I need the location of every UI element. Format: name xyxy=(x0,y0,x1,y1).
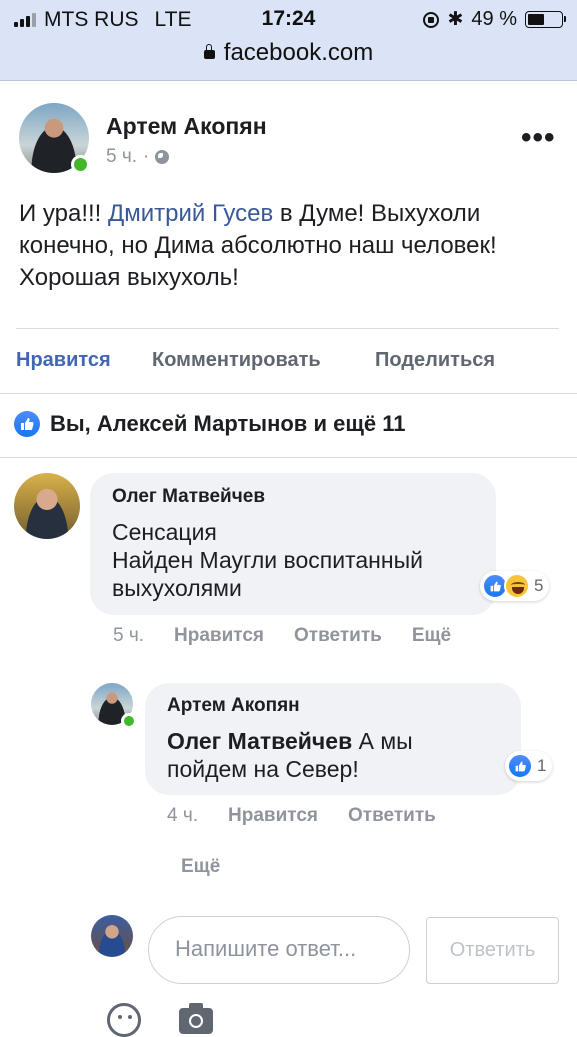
like-reaction-icon xyxy=(14,411,40,437)
reply-input-wrapper[interactable] xyxy=(148,916,410,984)
reply-text: Олег Матвейчев А мы пойдем на Север! xyxy=(167,728,413,782)
battery-percent: 49 % xyxy=(471,8,517,30)
mention-link[interactable]: Дмитрий Гусев xyxy=(108,200,273,227)
likes-summary-text: Вы, Алексей Мартынов и ещё 11 xyxy=(50,411,406,436)
comment-bubble: Олег Матвейчев Сенсация Найден Маугли во… xyxy=(90,473,496,615)
lock-icon xyxy=(203,44,215,59)
online-indicator xyxy=(71,155,90,174)
reaction-count: 5 xyxy=(534,576,544,595)
reply-bubble: Артем Акопян Олег Матвейчев А мы пойдем … xyxy=(145,683,521,795)
post-text: И ура!!! Дмитрий Гусев в Думе! Выхухоли … xyxy=(19,200,497,291)
reaction-count: 1 xyxy=(537,756,547,775)
post-meta: 5 ч. · xyxy=(106,146,170,168)
comment-reactions[interactable]: 5 xyxy=(480,571,550,601)
commenter-avatar[interactable] xyxy=(14,473,80,539)
reply-like-link[interactable]: Нравится xyxy=(228,805,318,827)
orientation-lock-icon xyxy=(423,11,440,28)
reply-author[interactable]: Артем Акопян xyxy=(167,695,300,717)
like-button[interactable]: Нравится xyxy=(16,349,111,372)
address-bar[interactable]: facebook.com xyxy=(0,39,577,67)
comment-button[interactable]: Комментировать xyxy=(152,349,321,372)
like-reaction-icon xyxy=(507,753,533,779)
reply-input[interactable] xyxy=(173,935,407,963)
camera-icon[interactable] xyxy=(179,1003,213,1034)
reply-reactions[interactable]: 1 xyxy=(505,751,553,781)
comment-more-link[interactable]: Ещё xyxy=(412,625,451,647)
post-options-icon[interactable]: ••• xyxy=(521,121,556,155)
comment-text: Сенсация Найден Маугли воспитанный выхух… xyxy=(112,519,423,601)
emoji-icon[interactable] xyxy=(107,1003,141,1037)
reply-submit-button[interactable]: Ответить xyxy=(426,917,559,984)
reply-meta: 4 ч. Нравится Ответить xyxy=(167,805,436,827)
haha-reaction-icon xyxy=(504,573,530,599)
share-button[interactable]: Поделиться xyxy=(375,349,495,372)
reply-reply-link[interactable]: Ответить xyxy=(348,805,436,827)
divider xyxy=(0,457,577,458)
reply-time: 4 ч. xyxy=(167,805,199,826)
battery-icon xyxy=(525,11,566,28)
reply-more-link[interactable]: Ещё xyxy=(181,856,220,878)
post-time[interactable]: 5 ч. xyxy=(106,146,137,168)
likes-summary[interactable]: Вы, Алексей Мартынов и ещё 11 xyxy=(14,411,405,437)
comment-reply-link[interactable]: Ответить xyxy=(294,625,382,647)
comment-like-link[interactable]: Нравится xyxy=(174,625,264,647)
url-text: facebook.com xyxy=(223,39,374,66)
comment-author[interactable]: Олег Матвейчев xyxy=(112,486,265,508)
online-indicator xyxy=(121,713,137,729)
globe-icon xyxy=(155,150,170,164)
post-author-name[interactable]: Артем Акопян xyxy=(106,113,267,140)
comment-meta: 5 ч. Нравится Ответить Ещё xyxy=(113,625,451,647)
status-right: ✱ 49 % xyxy=(423,8,566,31)
divider xyxy=(0,393,577,394)
comment-time: 5 ч. xyxy=(113,625,145,646)
meta-separator: · xyxy=(143,146,150,167)
my-avatar xyxy=(91,915,133,957)
reply-mention[interactable]: Олег Матвейчев xyxy=(167,728,352,754)
browser-top-bar: MTS RUS LTE 17:24 ✱ 49 % facebook.com xyxy=(0,0,577,81)
divider xyxy=(16,328,559,329)
bluetooth-icon: ✱ xyxy=(447,9,464,30)
